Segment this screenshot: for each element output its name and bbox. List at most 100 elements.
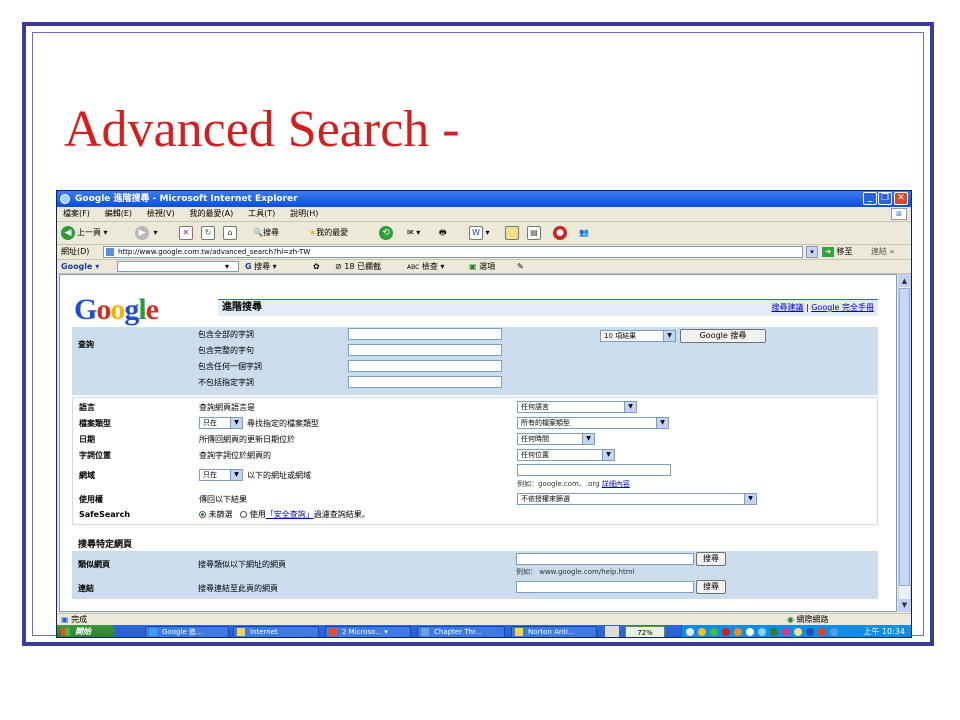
- language-select[interactable]: 任何語言 ▼: [517, 401, 637, 413]
- menu-help[interactable]: 說明(H): [284, 207, 324, 221]
- google-toolbar-news-icon[interactable]: ✿: [313, 260, 320, 273]
- google-toolbar-search-input[interactable]: [117, 261, 239, 272]
- tray-icon-5[interactable]: [746, 628, 754, 636]
- menu-view[interactable]: 檢視(V): [141, 207, 181, 221]
- taskbar-item-chapter[interactable]: Chapter Thr...: [417, 626, 505, 637]
- menu-file[interactable]: 檔案(F): [57, 207, 96, 221]
- safesearch-off-radio[interactable]: [199, 511, 206, 518]
- menu-edit[interactable]: 編輯(E): [99, 207, 138, 221]
- similar-search-button[interactable]: 搜尋: [696, 552, 726, 566]
- favorites-button[interactable]: ★我的最愛: [309, 225, 348, 241]
- menu-favorites[interactable]: 我的最愛(A): [183, 207, 239, 221]
- google-toolbar-dropdown-icon[interactable]: ▾: [225, 260, 229, 273]
- links-input[interactable]: [516, 581, 694, 593]
- print-icon: 🖶: [439, 228, 447, 237]
- keyboard-icon[interactable]: [605, 626, 619, 637]
- tray-back-icon[interactable]: [686, 628, 694, 636]
- battery-indicator: 72%: [625, 626, 665, 637]
- stop-button[interactable]: ✕: [179, 225, 193, 241]
- search-button[interactable]: 🔍搜尋: [253, 225, 279, 241]
- date-select[interactable]: 任何時間 ▼: [517, 433, 595, 445]
- google-toolbar-search-button[interactable]: G 搜尋 ▾: [245, 260, 277, 273]
- tray-icon-2[interactable]: [710, 628, 718, 636]
- research-button[interactable]: ▤: [527, 225, 541, 241]
- filetype-select[interactable]: 所有的檔案類型 ▼: [517, 417, 669, 429]
- safesearch-on-radio[interactable]: [240, 511, 248, 518]
- mail-button[interactable]: ✉ ▾: [407, 225, 420, 241]
- usage-rights-select[interactable]: 不依授權來篩選 ▼: [517, 493, 757, 505]
- refresh-button[interactable]: ↻: [201, 225, 215, 241]
- results-count-select[interactable]: 10 項結果 ▼: [600, 330, 676, 342]
- scroll-up-icon[interactable]: ▲: [899, 275, 910, 287]
- google-toolbar-logo[interactable]: Google ▾: [61, 260, 99, 273]
- tray-icon-9[interactable]: [794, 628, 802, 636]
- people-button[interactable]: 👥: [579, 225, 589, 241]
- vertical-scrollbar[interactable]: ▲ ▼: [898, 274, 911, 612]
- home-button[interactable]: ⌂: [223, 225, 237, 241]
- scroll-down-icon[interactable]: ▼: [899, 599, 910, 611]
- tray-icon-10[interactable]: [806, 628, 814, 636]
- exclude-words-input[interactable]: [348, 376, 502, 388]
- taskbar-item-microsoft[interactable]: 2 Microso... ▾: [325, 626, 411, 637]
- history-button[interactable]: ⟲: [379, 225, 395, 241]
- tray-icon-11[interactable]: [818, 628, 826, 636]
- tray-icon-8[interactable]: [782, 628, 790, 636]
- domain-mode-select[interactable]: 只在 ▼: [199, 469, 243, 481]
- google-manual-link[interactable]: Google 完全手冊: [811, 303, 874, 312]
- taskbar-item-google[interactable]: Google 進...: [145, 626, 229, 637]
- popup-blocker-button[interactable]: ⊘ 18 已攔截: [335, 260, 381, 273]
- mail-icon: ✉: [407, 228, 414, 237]
- domain-desc: 以下的網址或網域: [247, 471, 311, 480]
- all-words-input[interactable]: [348, 328, 502, 340]
- tray-icon-12[interactable]: [830, 628, 838, 636]
- tray-icon-1[interactable]: [698, 628, 706, 636]
- address-dropdown-icon[interactable]: ▾: [806, 246, 818, 258]
- window-titlebar[interactable]: Google 進階搜尋 - Microsoft Internet Explore…: [57, 191, 911, 207]
- start-button[interactable]: 開始: [57, 625, 115, 637]
- chevron-down-icon: ▼: [230, 470, 242, 480]
- back-arrow-icon: ◀: [61, 225, 75, 240]
- edit-word-button[interactable]: W ▾: [469, 225, 490, 241]
- any-words-input[interactable]: [348, 360, 502, 372]
- tray-icon-7[interactable]: [770, 628, 778, 636]
- exact-phrase-input[interactable]: [348, 344, 502, 356]
- messenger-button[interactable]: ●: [553, 225, 569, 241]
- scroll-thumb[interactable]: [899, 288, 910, 586]
- links-search-button[interactable]: 搜尋: [696, 580, 726, 594]
- taskbar-item-internet[interactable]: Internet: [233, 626, 319, 637]
- occurrence-select[interactable]: 任何位置 ▼: [517, 449, 615, 461]
- menu-bar: 檔案(F) 編輯(E) 檢視(V) 我的最愛(A) 工具(T) 說明(H) ⊞: [57, 207, 911, 222]
- tray-icon-6[interactable]: [758, 628, 766, 636]
- taskbar-item-norton[interactable]: Norton Anti...: [511, 626, 597, 637]
- go-button[interactable]: ➜ 移至: [822, 245, 853, 259]
- back-button[interactable]: ◀ 上一頁 ▾: [61, 225, 108, 241]
- messenger-icon: ●: [553, 225, 567, 240]
- google-g-icon: G: [245, 262, 252, 271]
- google-logo-letter: G: [74, 293, 97, 326]
- address-input[interactable]: http://www.google.com.tw/advanced_search…: [103, 246, 803, 258]
- domain-details-link[interactable]: 詳細內容: [602, 480, 630, 488]
- domain-input[interactable]: [517, 464, 671, 476]
- google-search-button[interactable]: Google 搜尋: [680, 329, 766, 343]
- spellcheck-button[interactable]: ABC 檢查 ▾: [407, 260, 444, 274]
- forward-button[interactable]: ▶ ▾: [135, 225, 158, 241]
- filetype-mode-select[interactable]: 只在 ▼: [199, 417, 243, 429]
- search-tips-link[interactable]: 搜尋建議: [771, 303, 803, 312]
- close-button[interactable]: ✕: [894, 192, 908, 205]
- tray-icon-4[interactable]: [734, 628, 742, 636]
- tray-icon-3[interactable]: [722, 628, 730, 636]
- google-logo[interactable]: Google: [74, 293, 159, 327]
- google-toolbar-options-button[interactable]: ▣ 選項: [469, 260, 495, 273]
- links-button[interactable]: 連結 »: [871, 245, 894, 259]
- page-specific-search-title: 搜尋特定網頁: [78, 540, 133, 550]
- safesearch-link[interactable]: 「安全查詢」: [266, 510, 314, 519]
- popup-blocker-icon: ⊘: [335, 262, 342, 271]
- chevron-down-icon: ▼: [602, 450, 614, 460]
- restore-button[interactable]: ❐: [878, 192, 892, 205]
- print-button[interactable]: 🖶: [439, 225, 447, 241]
- minimize-button[interactable]: _: [863, 192, 877, 205]
- highlighter-icon[interactable]: ✎: [517, 260, 524, 273]
- similar-pages-input[interactable]: [516, 553, 694, 565]
- menu-tools[interactable]: 工具(T): [242, 207, 281, 221]
- discuss-button[interactable]: [505, 225, 519, 241]
